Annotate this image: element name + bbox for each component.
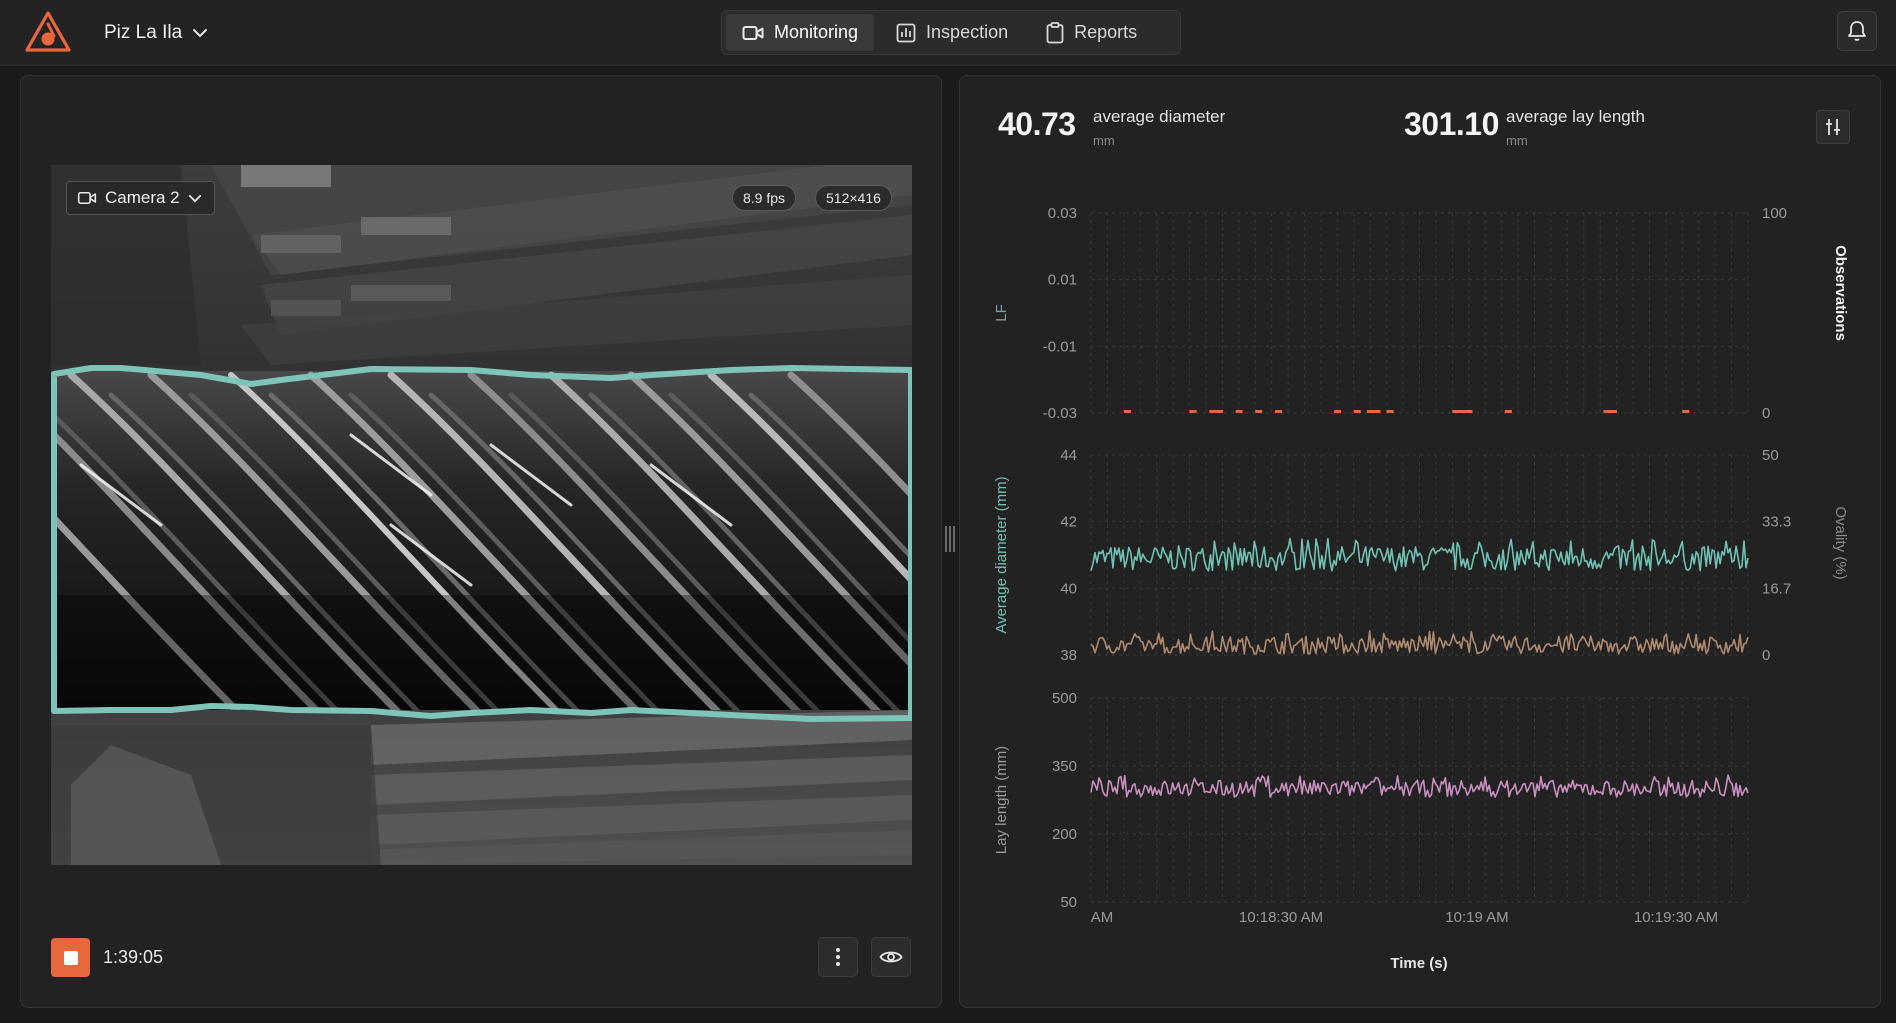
y2-tick-label: 16.7 — [1762, 580, 1791, 597]
series-line — [1090, 630, 1749, 655]
observation-marker — [1353, 410, 1361, 413]
y2-tick-label: 0 — [1762, 405, 1770, 422]
observation-marker — [1334, 410, 1342, 413]
y-tick-label: -0.03 — [1043, 405, 1077, 422]
x-axis-title: Time (s) — [1390, 955, 1447, 972]
y-axis-title: Lay length (mm) — [993, 746, 1010, 854]
observation-marker — [1603, 410, 1611, 413]
y-tick-label: 0.03 — [1048, 205, 1077, 222]
y-axis-title: LF — [993, 304, 1010, 322]
y-tick-label: 0.01 — [1048, 272, 1077, 289]
y-tick-label: 40 — [1060, 580, 1077, 597]
observation-marker — [1458, 410, 1466, 413]
observation-marker — [1235, 410, 1243, 413]
observation-marker — [1123, 410, 1131, 413]
observation-marker — [1373, 410, 1381, 413]
y-tick-label: 50 — [1060, 894, 1077, 911]
y2-axis-title: Observations — [1832, 245, 1849, 341]
y-tick-label: 44 — [1060, 447, 1077, 464]
y2-tick-label: 33.3 — [1762, 514, 1791, 531]
observation-marker — [1215, 410, 1223, 413]
observation-marker — [1452, 410, 1460, 413]
x-tick-label: AM — [1091, 909, 1114, 926]
y-tick-label: 42 — [1060, 514, 1077, 531]
observation-marker — [1189, 410, 1197, 413]
series-line — [1090, 774, 1749, 799]
observation-marker — [1682, 410, 1690, 413]
y-axis-title: Average diameter (mm) — [993, 476, 1010, 633]
x-tick-label: 10:18:30 AM — [1239, 909, 1323, 926]
observation-marker — [1386, 410, 1394, 413]
observation-marker — [1209, 410, 1217, 413]
y2-axis-title: Ovality (%) — [1832, 506, 1849, 579]
observation-marker — [1465, 410, 1473, 413]
observation-marker — [1274, 410, 1282, 413]
metrics-charts[interactable]: 0.03 0.01 -0.01 -0.03 100 0 LF Observations 44 42… — [0, 0, 1896, 1023]
y-tick-label: 350 — [1052, 758, 1077, 775]
y2-tick-label: 50 — [1762, 447, 1779, 464]
y2-tick-label: 100 — [1762, 205, 1787, 222]
observation-marker — [1610, 410, 1618, 413]
observation-marker — [1255, 410, 1263, 413]
y-tick-label: 38 — [1060, 647, 1077, 664]
observation-marker — [1366, 410, 1374, 413]
observation-marker — [1504, 410, 1512, 413]
y-tick-label: 500 — [1052, 690, 1077, 707]
y2-tick-label: 0 — [1762, 647, 1770, 664]
y-tick-label: 200 — [1052, 826, 1077, 843]
x-tick-label: 10:19:30 AM — [1634, 909, 1718, 926]
y-tick-label: -0.01 — [1043, 338, 1077, 355]
x-tick-label: 10:19 AM — [1445, 909, 1508, 926]
